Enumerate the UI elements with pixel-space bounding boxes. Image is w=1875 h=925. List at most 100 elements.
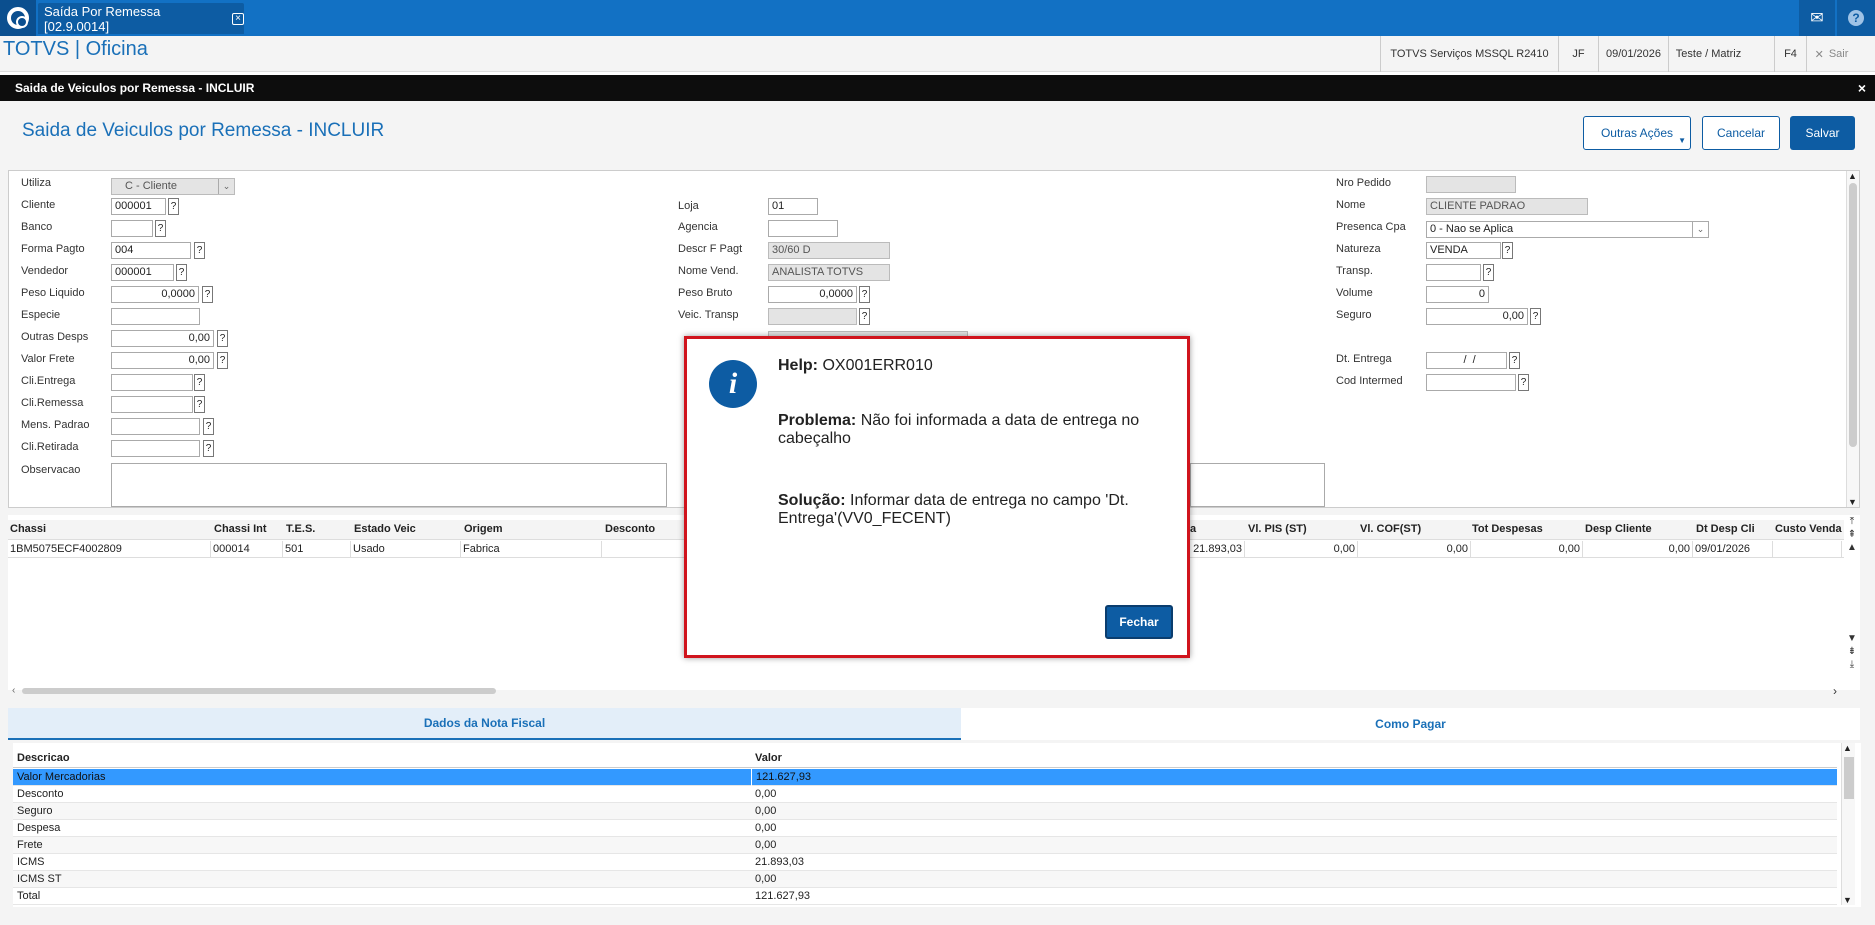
cancel-button[interactable]: Cancelar bbox=[1702, 116, 1780, 150]
vendedor-field[interactable]: 000001 bbox=[111, 264, 174, 281]
seguro-field[interactable]: 0,00 bbox=[1426, 308, 1528, 325]
branch-info[interactable]: Teste / Matriz bbox=[1668, 36, 1748, 72]
tab-dados-nota-fiscal[interactable]: Dados da Nota Fiscal bbox=[8, 708, 961, 740]
nota-table-scrollbar[interactable]: ▲ ▼ bbox=[1841, 743, 1855, 905]
cell-vl-pis-st[interactable]: 0,00 bbox=[1245, 541, 1358, 558]
dt-entrega-lookup-button[interactable]: ? bbox=[1509, 352, 1520, 369]
dt-entrega-field[interactable]: / / bbox=[1426, 352, 1507, 369]
scroll-left-icon[interactable]: ‹ bbox=[12, 685, 15, 696]
vendedor-lookup-button[interactable]: ? bbox=[176, 264, 187, 281]
cli-entrega-field[interactable] bbox=[111, 374, 193, 391]
col-tot-despesas[interactable]: Tot Despesas bbox=[1472, 523, 1543, 535]
veic-transp-lookup-button[interactable]: ? bbox=[859, 308, 870, 325]
valor-frete-field[interactable]: 0,00 bbox=[111, 352, 214, 369]
cell-desp-cliente[interactable]: 0,00 bbox=[1583, 541, 1693, 558]
close-icon[interactable]: × bbox=[232, 12, 244, 25]
peso-liquido-lookup-button[interactable]: ? bbox=[202, 286, 213, 303]
cell-estado-veic[interactable]: Usado bbox=[351, 541, 461, 558]
cell-tes[interactable]: 501 bbox=[283, 541, 351, 558]
table-row[interactable]: Valor Mercadorias 121.627,93 bbox=[13, 769, 1837, 786]
loja-field[interactable]: 01 bbox=[768, 198, 818, 215]
cli-entrega-lookup-button[interactable]: ? bbox=[194, 374, 205, 391]
outras-desps-lookup-button[interactable]: ? bbox=[217, 330, 228, 347]
help-icon[interactable]: ? bbox=[1837, 0, 1875, 36]
cli-retirada-lookup-button[interactable]: ? bbox=[203, 440, 214, 457]
cod-intermed-field[interactable] bbox=[1426, 374, 1516, 391]
cell-vl-cof-st[interactable]: 0,00 bbox=[1358, 541, 1471, 558]
cell-chassi[interactable]: 1BM5075ECF4002809 bbox=[8, 541, 211, 558]
f4-shortcut[interactable]: F4 bbox=[1774, 36, 1806, 72]
cell-desconto[interactable] bbox=[602, 541, 685, 558]
cli-remessa-lookup-button[interactable]: ? bbox=[194, 396, 205, 413]
exit-button[interactable]: ✕ Sair bbox=[1806, 36, 1856, 72]
col-chassi-int[interactable]: Chassi Int bbox=[214, 523, 267, 535]
cod-intermed-lookup-button[interactable]: ? bbox=[1518, 374, 1529, 391]
cliente-field[interactable]: 000001 bbox=[111, 198, 166, 215]
outras-desps-field[interactable]: 0,00 bbox=[111, 330, 214, 347]
table-row[interactable]: ICMS ST 0,00 bbox=[13, 871, 1837, 888]
peso-bruto-lookup-button[interactable]: ? bbox=[859, 286, 870, 303]
cell-icms[interactable]: 21.893,03 bbox=[1190, 541, 1245, 558]
especie-field[interactable] bbox=[111, 308, 200, 325]
cell-origem[interactable]: Fabrica bbox=[461, 541, 602, 558]
cli-retirada-field[interactable] bbox=[111, 440, 200, 457]
cell-chassi-int[interactable]: 000014 bbox=[211, 541, 283, 558]
observacao-textarea[interactable] bbox=[111, 463, 667, 507]
seguro-lookup-button[interactable]: ? bbox=[1530, 308, 1541, 325]
table-row[interactable]: ICMS 21.893,03 bbox=[13, 854, 1837, 871]
tab-como-pagar[interactable]: Como Pagar bbox=[961, 708, 1860, 740]
table-row[interactable]: Total 121.627,93 bbox=[13, 888, 1837, 905]
close-icon[interactable]: × bbox=[1852, 75, 1872, 101]
col-custo-venda[interactable]: Custo Venda bbox=[1775, 523, 1842, 535]
col-tes[interactable]: T.E.S. bbox=[286, 523, 315, 535]
col-estado-veic[interactable]: Estado Veic bbox=[354, 523, 416, 535]
col-vl-pis-st[interactable]: Vl. PIS (ST) bbox=[1248, 523, 1307, 535]
grid-vscroll[interactable]: ⤒ ⇞ ▲ ▼ ⇟ ⤓ bbox=[1844, 515, 1860, 695]
cell-dt-desp-cli[interactable]: 09/01/2026 bbox=[1693, 541, 1773, 558]
totvs-logo-icon[interactable] bbox=[0, 0, 36, 36]
table-row[interactable]: Desconto 0,00 bbox=[13, 786, 1837, 803]
natureza-field[interactable]: VENDA bbox=[1426, 242, 1501, 259]
cell-tot-despesas[interactable]: 0,00 bbox=[1471, 541, 1583, 558]
banco-lookup-button[interactable]: ? bbox=[155, 220, 166, 237]
cliente-lookup-button[interactable]: ? bbox=[168, 198, 179, 215]
form-scrollbar[interactable]: ▲ ▼ bbox=[1846, 171, 1859, 507]
veic-transp-field[interactable] bbox=[768, 308, 857, 325]
volume-field[interactable]: 0 bbox=[1426, 286, 1489, 303]
col-dt-desp-cli[interactable]: Dt Desp Cli bbox=[1696, 523, 1755, 535]
forma-pagto-lookup-button[interactable]: ? bbox=[194, 242, 205, 259]
transp-lookup-button[interactable]: ? bbox=[1483, 264, 1494, 281]
valor-frete-lookup-button[interactable]: ? bbox=[217, 352, 228, 369]
mail-icon[interactable]: ✉ bbox=[1799, 0, 1835, 36]
col-icms[interactable]: a bbox=[1190, 523, 1196, 535]
transp-field[interactable] bbox=[1426, 264, 1481, 281]
cell-custo-venda[interactable] bbox=[1773, 541, 1842, 558]
grid-hscroll-thumb[interactable] bbox=[22, 688, 496, 694]
table-row[interactable]: Despesa 0,00 bbox=[13, 820, 1837, 837]
col-desconto[interactable]: Desconto bbox=[605, 523, 655, 535]
scroll-right-icon[interactable]: › bbox=[1833, 684, 1837, 698]
observacao-2-textarea[interactable] bbox=[1190, 463, 1325, 507]
forma-pagto-field[interactable]: 004 bbox=[111, 242, 191, 259]
info-icon: i bbox=[709, 360, 757, 408]
peso-liquido-field[interactable]: 0,0000 bbox=[111, 286, 199, 303]
window-tab[interactable]: Saída Por Remessa [02.9.0014] × bbox=[38, 3, 244, 34]
mens-padrao-lookup-button[interactable]: ? bbox=[203, 418, 214, 435]
agencia-field[interactable] bbox=[768, 220, 838, 237]
mens-padrao-field[interactable] bbox=[111, 418, 200, 435]
table-row[interactable]: Seguro 0,00 bbox=[13, 803, 1837, 820]
table-row[interactable]: Frete 0,00 bbox=[13, 837, 1837, 854]
banco-field[interactable] bbox=[111, 220, 153, 237]
presenca-cpa-select[interactable]: 0 - Nao se Aplica ⌄ bbox=[1426, 221, 1709, 238]
col-desp-cliente[interactable]: Desp Cliente bbox=[1585, 523, 1652, 535]
outras-acoes-button[interactable]: Outras Ações ▼ bbox=[1583, 116, 1691, 150]
fechar-button[interactable]: Fechar bbox=[1105, 605, 1173, 639]
col-chassi[interactable]: Chassi bbox=[10, 523, 46, 535]
col-vl-cof-st[interactable]: Vl. COF(ST) bbox=[1360, 523, 1421, 535]
utiliza-select[interactable]: C - Cliente ⌄ bbox=[111, 178, 235, 195]
peso-bruto-field[interactable]: 0,0000 bbox=[768, 286, 857, 303]
save-button[interactable]: Salvar bbox=[1790, 116, 1855, 150]
natureza-lookup-button[interactable]: ? bbox=[1502, 242, 1513, 259]
col-origem[interactable]: Origem bbox=[464, 523, 503, 535]
cli-remessa-field[interactable] bbox=[111, 396, 193, 413]
